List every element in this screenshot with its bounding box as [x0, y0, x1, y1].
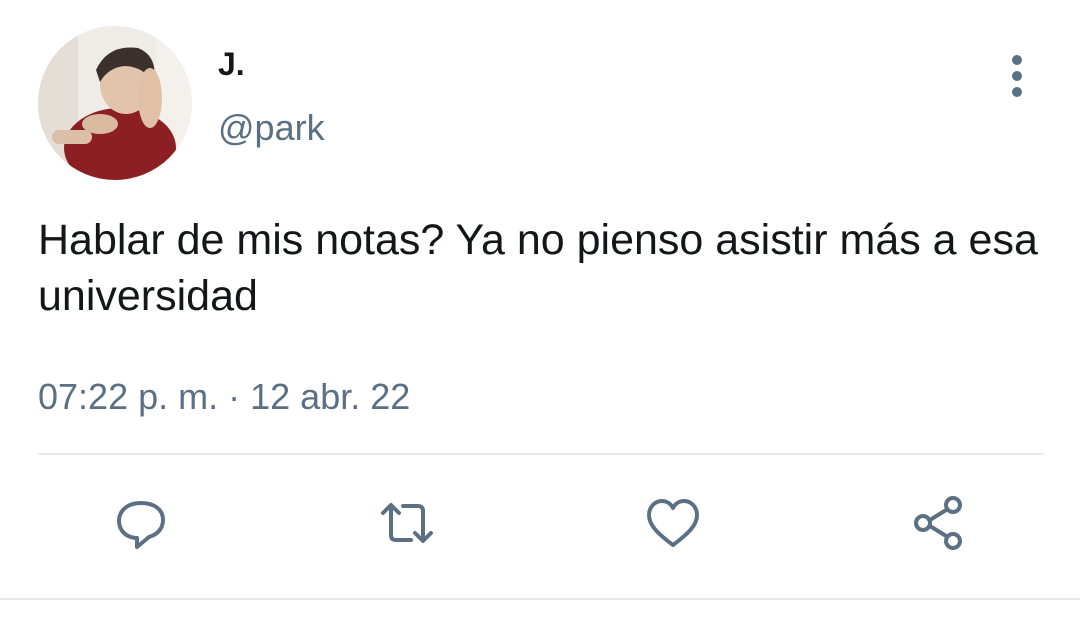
tweet-card: J. @park Hablar de mis notas? Ya no pien…: [0, 0, 1080, 618]
avatar-photo: [38, 26, 192, 180]
tweet-date: 12 abr. 22: [250, 376, 411, 417]
share-button[interactable]: [904, 488, 974, 558]
tweet-timestamp[interactable]: 07:22 p. m. · 12 abr. 22: [38, 375, 410, 419]
more-vertical-icon: [1012, 55, 1022, 97]
tweet-time: 07:22 p. m.: [38, 376, 219, 417]
meta-separator: ·: [228, 376, 241, 417]
divider: [38, 453, 1044, 455]
action-bar: [0, 488, 1080, 558]
reply-button[interactable]: [106, 488, 176, 558]
user-handle[interactable]: @park: [218, 106, 325, 150]
avatar[interactable]: [38, 26, 192, 180]
like-button[interactable]: [638, 488, 708, 558]
bottom-divider: [0, 598, 1080, 600]
heart-icon: [647, 499, 699, 547]
reply-icon: [117, 501, 165, 549]
more-options-button[interactable]: [996, 50, 1038, 102]
retweet-button[interactable]: [372, 488, 442, 558]
retweet-icon: [381, 503, 433, 543]
tweet-text: Hablar de mis notas? Ya no pienso asisti…: [38, 216, 1038, 320]
display-name[interactable]: J.: [218, 44, 245, 84]
share-icon: [914, 496, 962, 550]
